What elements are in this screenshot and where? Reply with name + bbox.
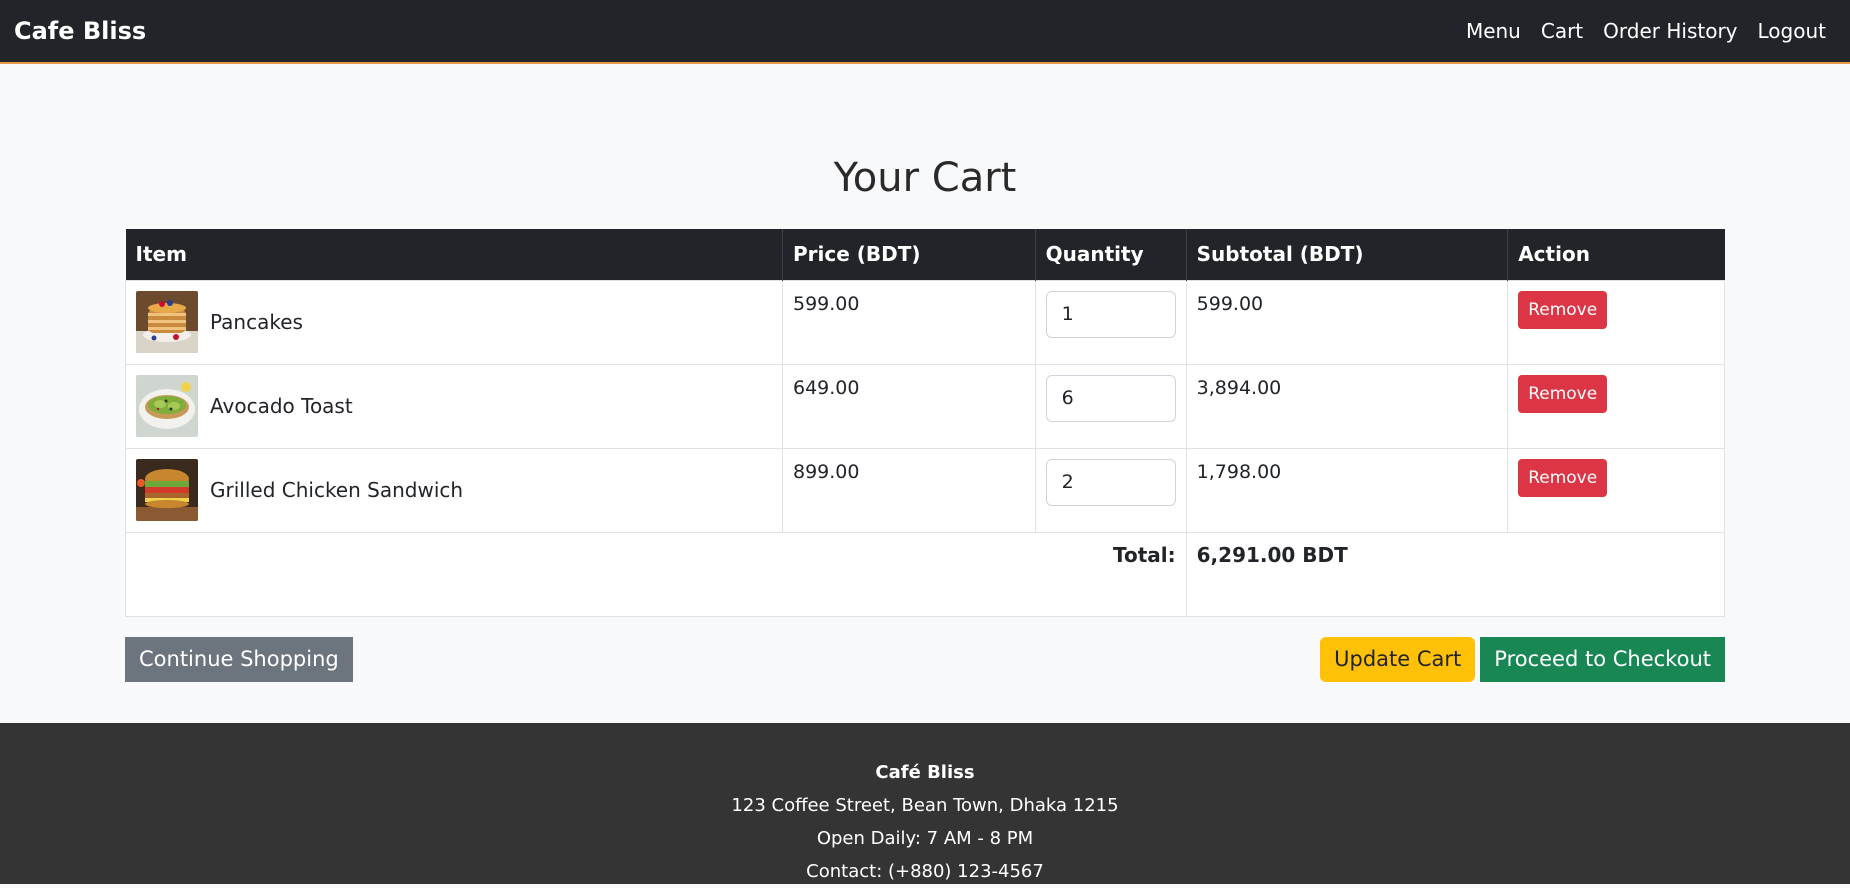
header-item: Item [125,229,783,280]
cart-actions-right: Update Cart Proceed to Checkout [1320,636,1725,682]
item-price: 599.00 [793,292,860,315]
total-value: 6,291.00 BDT [1185,531,1726,617]
price-cell: 649.00 [782,363,1036,449]
item-name: Pancakes [210,310,303,334]
item-name: Avocado Toast [210,394,353,418]
item-cell: Avocado Toast [125,363,783,449]
item-price: 649.00 [793,376,860,399]
nav-link-logout[interactable]: Logout [1758,19,1826,43]
footer-contact: Contact: (+880) 123-4567 [806,861,1044,882]
item-subtotal: 599.00 [1196,292,1264,315]
action-cell: Remove [1507,279,1725,365]
header-subtotal: Subtotal (BDT) [1186,229,1509,280]
nav-links: Menu Cart Order History Logout [1466,19,1826,43]
item-subtotal: 1,798.00 [1196,460,1282,483]
subtotal-cell: 3,894.00 [1185,363,1509,449]
action-cell: Remove [1507,447,1725,533]
continue-shopping-button[interactable]: Continue Shopping [125,636,353,682]
remove-button[interactable]: Remove [1518,290,1608,329]
remove-button[interactable]: Remove [1518,374,1608,413]
action-cell: Remove [1507,363,1725,449]
pancakes-image [136,291,198,353]
header-action: Action [1507,229,1725,280]
table-header-row: Item Price (BDT) Quantity Subtotal (BDT)… [125,229,1725,280]
quantity-input[interactable] [1045,374,1176,422]
item-cell: Grilled Chicken Sandwich [125,447,783,533]
footer-title: Café Bliss [875,762,975,783]
item-cell: Pancakes [125,279,783,365]
table-row: Grilled Chicken Sandwich 899.00 1,798.00… [125,447,1725,533]
subtotal-cell: 1,798.00 [1185,447,1509,533]
quantity-cell [1034,279,1187,365]
nav-link-cart[interactable]: Cart [1541,19,1583,43]
item-price: 899.00 [793,460,860,483]
table-row: Pancakes 599.00 599.00 Remove [125,279,1725,365]
footer: Café Bliss 123 Coffee Street, Bean Town,… [0,723,1850,884]
total-row: Total: 6,291.00 BDT [125,531,1726,617]
quantity-cell [1034,447,1187,533]
grilled-chicken-sandwich-image [136,459,198,521]
quantity-input[interactable] [1045,290,1176,338]
cart-table: Item Price (BDT) Quantity Subtotal (BDT)… [125,229,1726,617]
header-price: Price (BDT) [782,229,1036,280]
quantity-cell [1034,363,1187,449]
table-row: Avocado Toast 649.00 3,894.00 Remove [125,363,1725,449]
item-name: Grilled Chicken Sandwich [210,478,464,502]
cart-actions: Continue Shopping Update Cart Proceed to… [125,636,1725,682]
quantity-input[interactable] [1045,458,1176,506]
subtotal-cell: 599.00 [1185,279,1509,365]
item-subtotal: 3,894.00 [1196,376,1282,399]
price-cell: 899.00 [782,447,1036,533]
checkout-button[interactable]: Proceed to Checkout [1480,636,1725,682]
update-cart-button[interactable]: Update Cart [1320,636,1476,682]
main-content: Your Cart Item Price (BDT) Quantity Subt… [125,64,1726,682]
nav-link-order-history[interactable]: Order History [1603,19,1737,43]
footer-hours: Open Daily: 7 AM - 8 PM [816,828,1034,849]
remove-button[interactable]: Remove [1518,458,1608,497]
navbar: Cafe Bliss Menu Cart Order History Logou… [0,0,1850,64]
price-cell: 599.00 [782,279,1036,365]
page-title: Your Cart [833,155,1017,201]
brand-logo[interactable]: Cafe Bliss [14,17,146,45]
total-label: Total: [125,531,1187,617]
footer-address: 123 Coffee Street, Bean Town, Dhaka 1215 [731,795,1119,816]
nav-link-menu[interactable]: Menu [1466,19,1521,43]
header-quantity: Quantity [1035,229,1187,280]
avocado-toast-image [136,375,198,437]
